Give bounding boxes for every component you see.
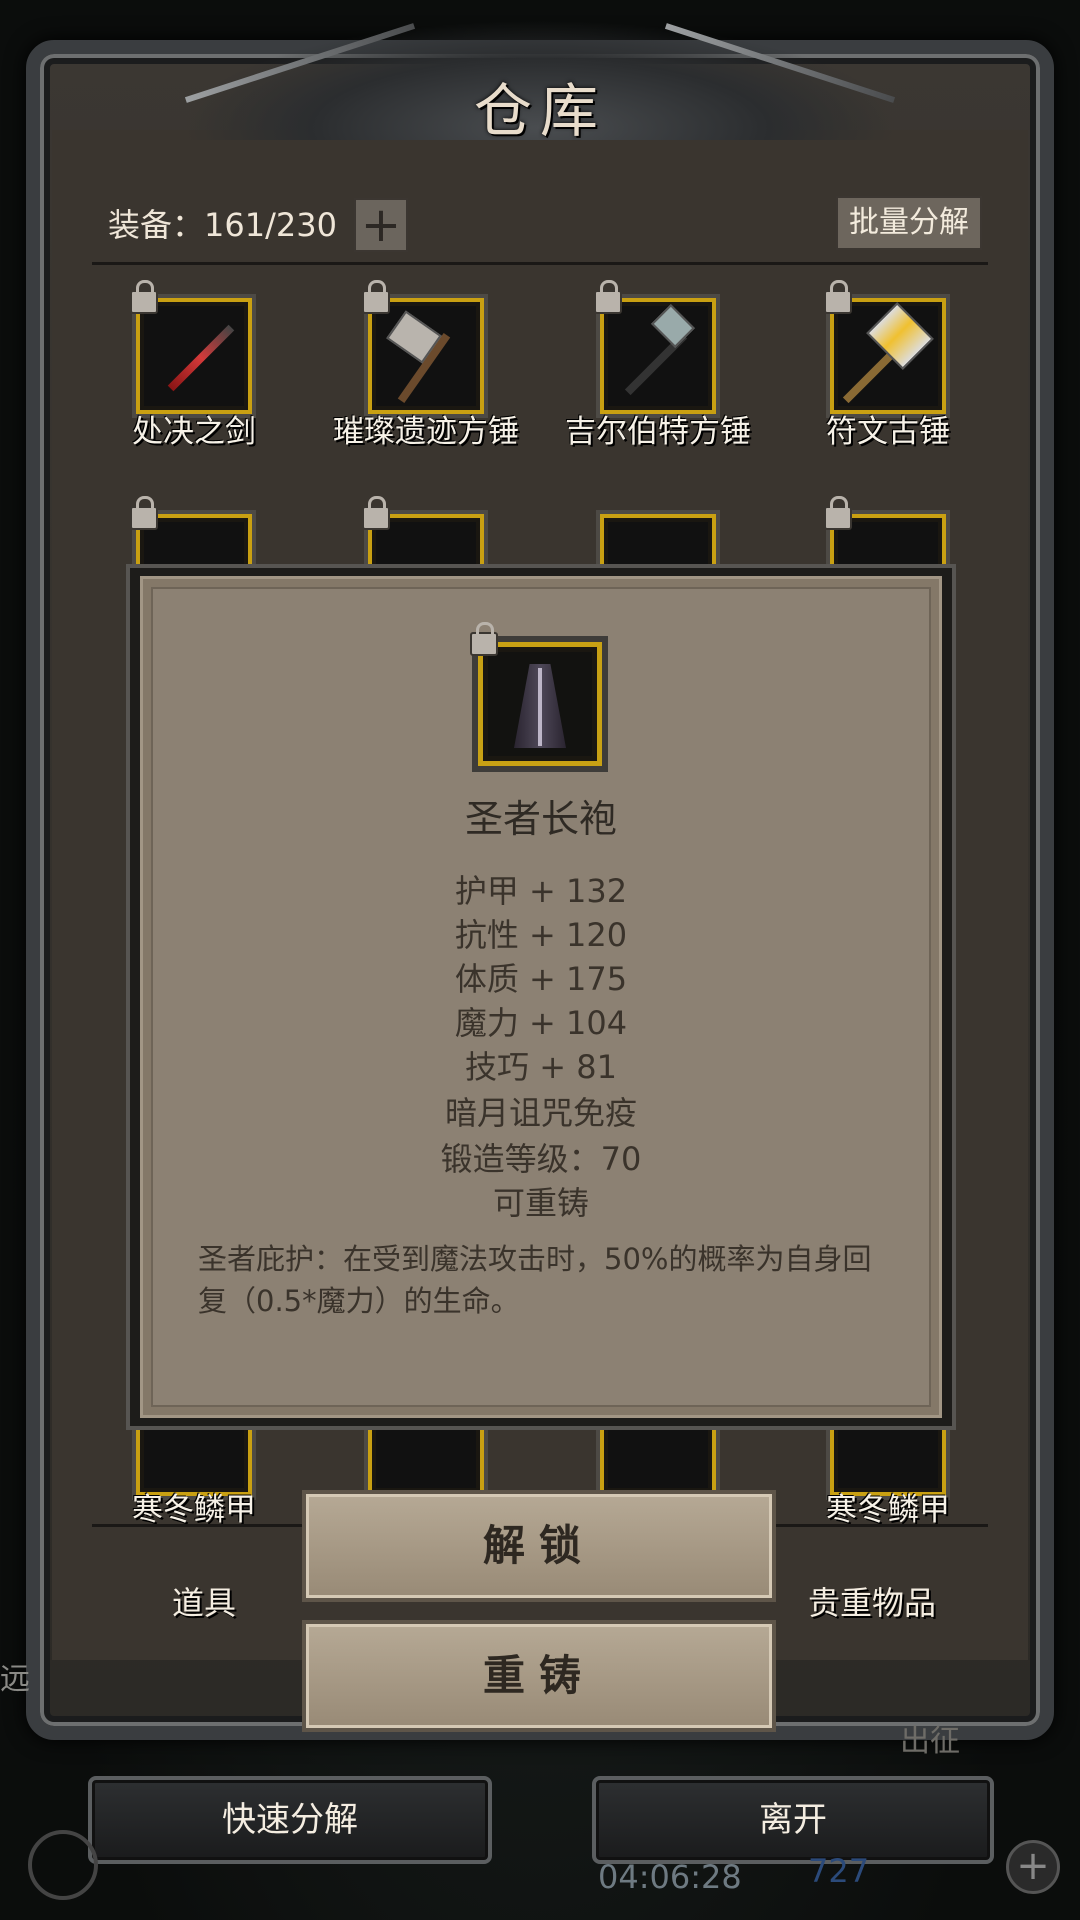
item-name: 符文古锤: [826, 414, 950, 450]
stat-line: 抗性 + 120: [454, 916, 628, 954]
lock-icon: [130, 280, 158, 314]
stat-line: 暗月诅咒免疫: [444, 1094, 637, 1132]
lock-icon: [470, 622, 498, 656]
lock-icon: [824, 280, 852, 314]
item-description: 圣者庇护：在受到魔法攻击时，50%的概率为自身回复（0.5*魔力）的生命。: [198, 1242, 872, 1318]
expand-capacity-button[interactable]: +: [354, 198, 408, 252]
stat-line: 体质 + 175: [454, 960, 628, 998]
lock-icon: [362, 280, 390, 314]
item-title: 圣者长袍: [464, 797, 617, 841]
hammer-head: [651, 304, 695, 348]
item-slot[interactable]: [594, 280, 720, 418]
robe-trim: [538, 668, 542, 746]
tab-valuables[interactable]: 贵重物品: [808, 1578, 936, 1624]
item-name: 寒冬鳞甲: [826, 1492, 950, 1528]
item-name: 吉尔伯特方锤: [565, 414, 751, 450]
item-slot[interactable]: [824, 280, 950, 418]
hammer-head: [866, 302, 934, 370]
item-name: 处决之剑: [132, 414, 256, 450]
stat-line: 技巧 + 81: [465, 1048, 617, 1086]
gear-icon[interactable]: [28, 1830, 98, 1900]
reforge-button[interactable]: 重铸: [302, 1620, 776, 1732]
stat-line: 护甲 + 132: [454, 872, 628, 910]
item-icon-slot: [470, 622, 608, 772]
tab-items[interactable]: 道具: [172, 1578, 236, 1624]
lock-icon: [824, 496, 852, 530]
item-name: 璀璨遗迹方锤: [333, 414, 519, 450]
expedition-label: 出征: [900, 1724, 960, 1759]
page-title: 仓库: [473, 77, 606, 145]
side-text-fragment: 远: [0, 1662, 30, 1697]
quick-decompose-button[interactable]: 快速分解: [88, 1776, 492, 1864]
lock-icon: [130, 496, 158, 530]
lock-icon: [594, 280, 622, 314]
equipment-count: 装备：161/230: [108, 206, 337, 244]
unlock-button[interactable]: 解锁: [302, 1490, 776, 1602]
lock-icon: [362, 496, 390, 530]
divider: [92, 262, 988, 265]
item-slot[interactable]: [362, 280, 488, 418]
item-name: 寒冬鳞甲: [132, 1492, 256, 1528]
batch-decompose-button[interactable]: 批量分解: [836, 196, 982, 250]
stat-line: 可重铸: [492, 1184, 589, 1222]
crest-spike-right: [664, 23, 896, 103]
crest-spike-left: [184, 23, 416, 103]
add-icon[interactable]: +: [1006, 1840, 1060, 1894]
stat-line: 魔力 + 104: [454, 1004, 628, 1042]
leave-button[interactable]: 离开: [592, 1776, 994, 1864]
sword-icon: [167, 324, 235, 392]
item-slot[interactable]: [130, 280, 256, 418]
stat-line: 锻造等级：70: [440, 1140, 642, 1178]
count-fragment: 727: [808, 1852, 870, 1890]
timer: 04:06:28: [598, 1858, 742, 1896]
